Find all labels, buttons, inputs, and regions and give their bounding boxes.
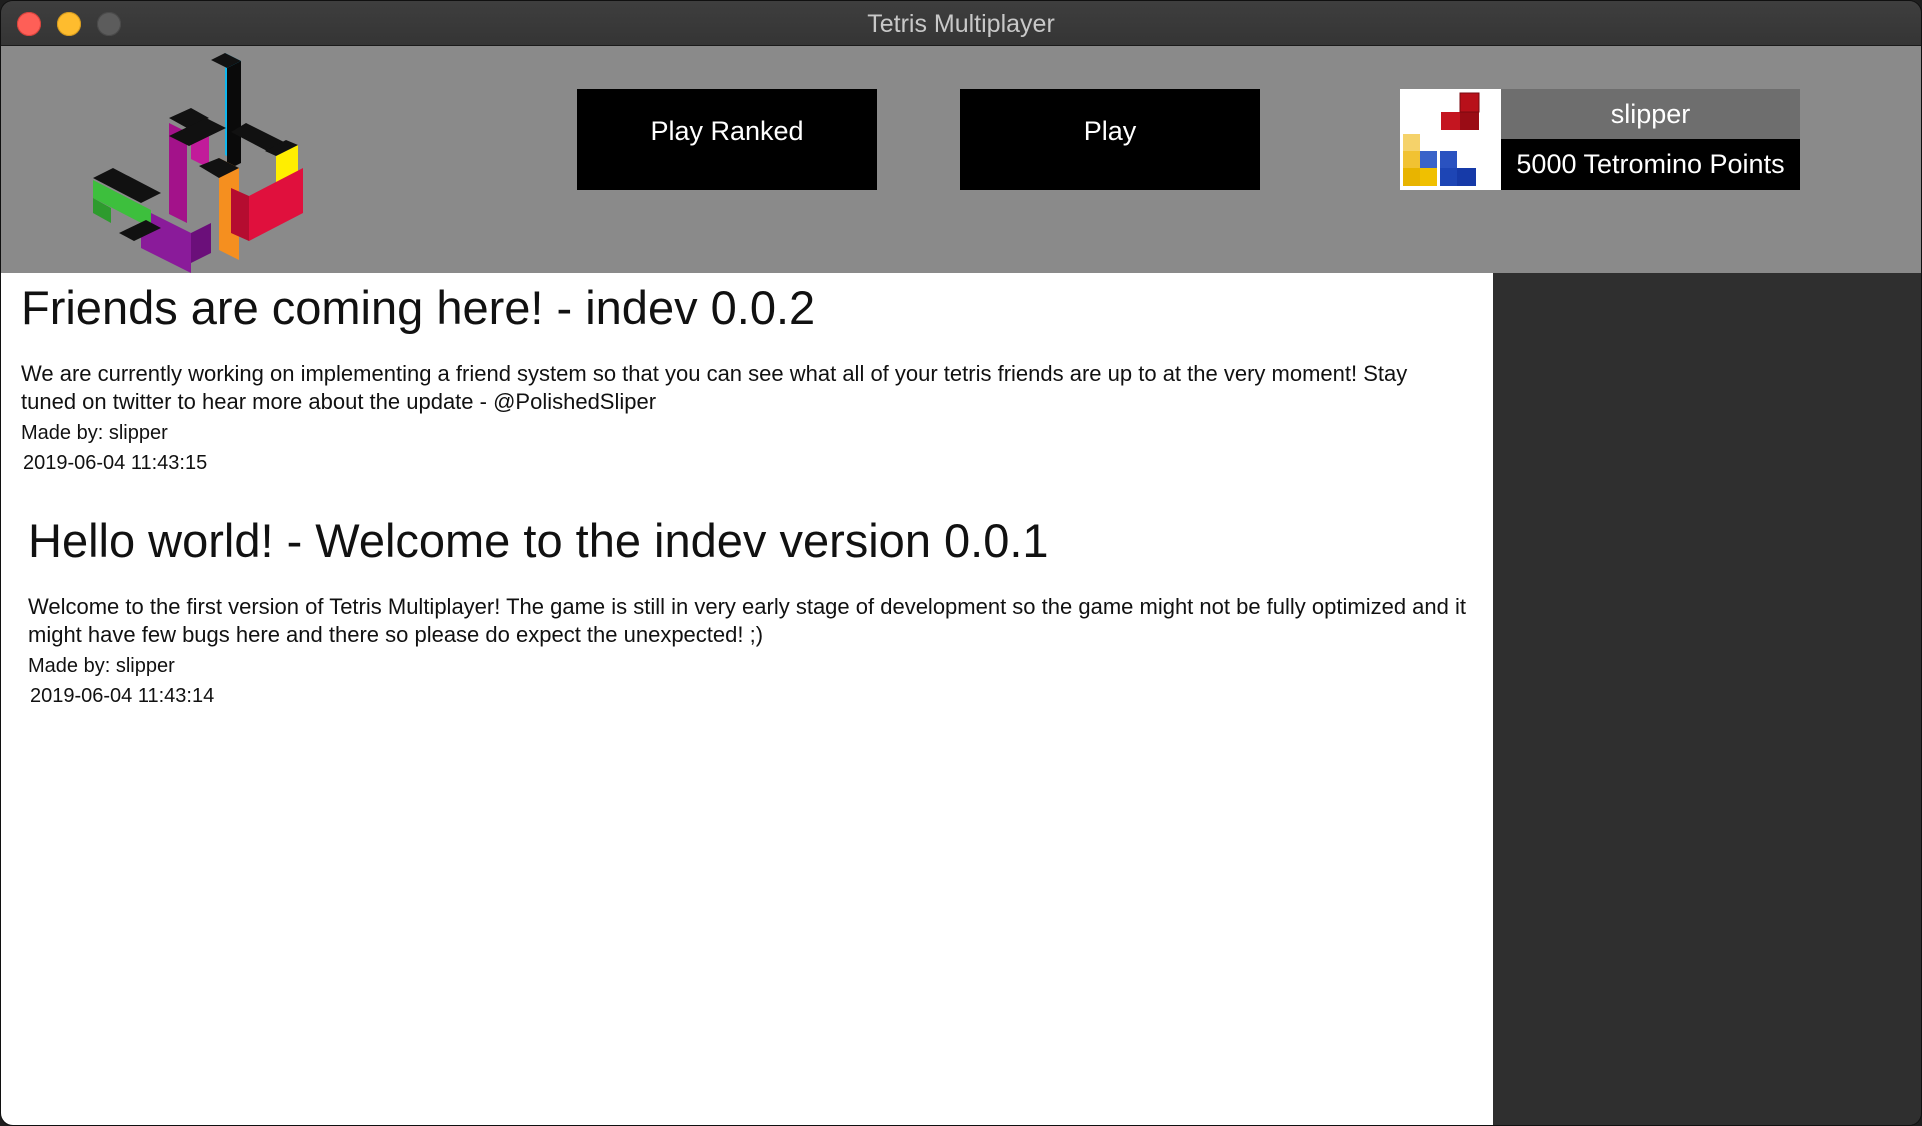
post-body: We are currently working on implementing… bbox=[21, 361, 1408, 414]
app-window: Tetris Multiplayer Play Ranked Play slip… bbox=[1, 1, 1921, 1125]
username-label: slipper bbox=[1501, 89, 1800, 139]
post-author: Made by: slipper bbox=[21, 422, 168, 444]
profile-card[interactable]: slipper 5000 Tetromino Points bbox=[1400, 89, 1800, 190]
side-panel bbox=[1493, 273, 1921, 1125]
post-date: 2019-06-04 11:43:15 bbox=[23, 452, 208, 474]
top-header: Play Ranked Play slipper 5000 Tetromino … bbox=[1, 46, 1921, 273]
post-body: Welcome to the first version of Tetris M… bbox=[28, 594, 1467, 647]
play-button[interactable]: Play bbox=[960, 89, 1260, 190]
play-ranked-button[interactable]: Play Ranked bbox=[577, 89, 877, 190]
avatar bbox=[1400, 89, 1501, 190]
points-label: 5000 Tetromino Points bbox=[1501, 139, 1800, 190]
news-post: Friends are coming here! - indev 0.0.2 W… bbox=[21, 280, 1461, 476]
news-feed[interactable]: Friends are coming here! - indev 0.0.2 W… bbox=[1, 273, 1493, 1125]
window-title: Tetris Multiplayer bbox=[867, 10, 1055, 38]
post-author: Made by: slipper bbox=[28, 655, 175, 677]
post-title: Hello world! - Welcome to the indev vers… bbox=[28, 514, 1049, 567]
tetris-logo bbox=[93, 53, 303, 273]
title-bar[interactable]: Tetris Multiplayer bbox=[1, 1, 1921, 46]
news-post: Hello world! - Welcome to the indev vers… bbox=[28, 513, 1468, 709]
post-date: 2019-06-04 11:43:14 bbox=[30, 685, 215, 707]
post-title: Friends are coming here! - indev 0.0.2 bbox=[21, 281, 816, 334]
